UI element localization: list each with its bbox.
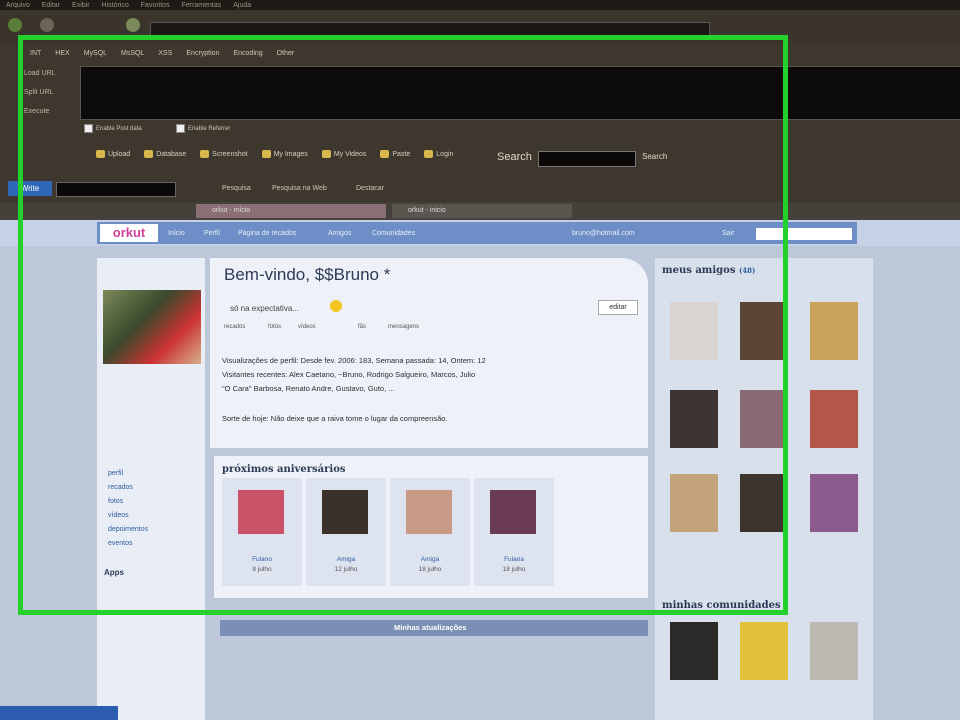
community-thumb[interactable] [670,622,718,680]
friend-thumb[interactable] [810,390,858,448]
browser-menubar: Arquivo Editar Exibir Histórico Favorito… [0,0,960,10]
url-bar[interactable] [150,22,710,36]
community-thumb[interactable] [810,622,858,680]
menu-help[interactable]: Ajuda [233,2,251,9]
menu-tools[interactable]: Ferramentas [182,2,222,9]
forward-button[interactable] [40,18,54,32]
tab-my-updates[interactable]: Minhas atualizações [394,623,467,632]
community-thumb[interactable] [740,622,788,680]
menu-edit[interactable]: Editar [42,2,60,9]
back-button[interactable] [8,18,22,32]
friend-thumb[interactable] [810,474,858,532]
menu-bookmarks[interactable]: Favoritos [141,2,170,9]
menu-file[interactable]: Arquivo [6,2,30,9]
highlight-frame [18,35,788,615]
menu-view[interactable]: Exibir [72,2,90,9]
home-icon[interactable] [126,18,140,32]
status-bar [0,706,118,720]
menu-history[interactable]: Histórico [102,2,129,9]
friend-thumb[interactable] [810,302,858,360]
